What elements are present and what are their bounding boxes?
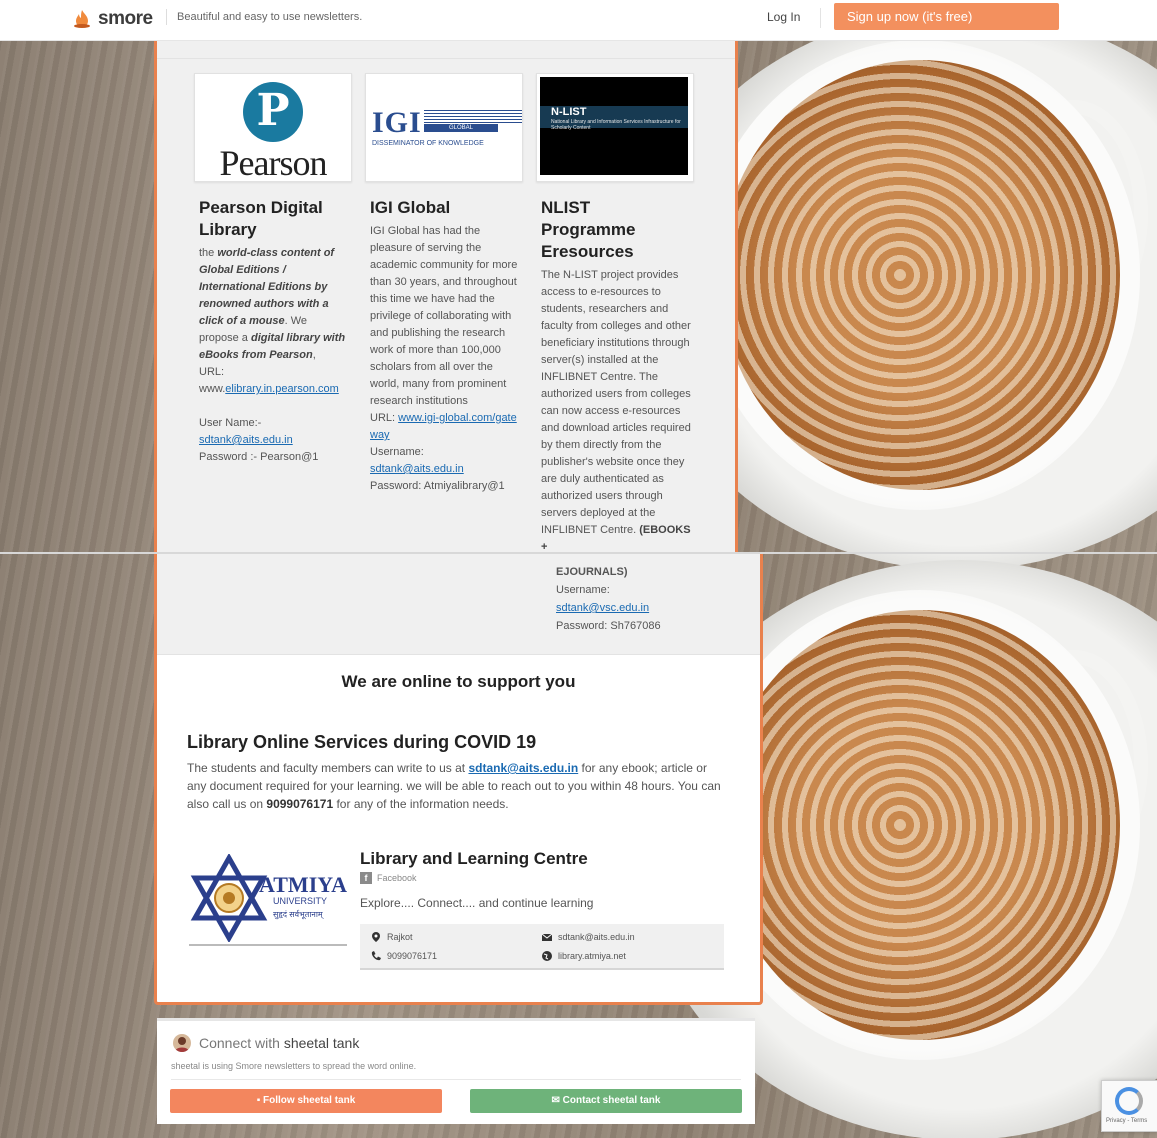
tagline: Beautiful and easy to use newsletters. — [166, 9, 362, 25]
atmiya-logo: ATMIYA UNIVERSITY सुहृदं सर्वभूतानाम् — [189, 852, 348, 946]
facebook-link[interactable]: f Facebook — [360, 872, 417, 884]
resource-igi: IGI GLOBAL DISSEMINATOR OF KNOWLEDGE IGI… — [365, 73, 523, 495]
resource-nlist: N-LIST National Library and Information … — [536, 73, 694, 552]
globe-icon — [542, 951, 552, 961]
resource-title: NLIST Programme Eresources — [541, 198, 636, 261]
contact-button[interactable]: ✉ Contact sheetal tank — [470, 1089, 742, 1113]
nlist-overflow-bold: EJOURNALS) — [556, 566, 628, 578]
resources-card: P Pearson Pearson Digital Library the wo… — [154, 40, 738, 552]
email[interactable]: sdtank@aits.edu.in — [541, 932, 635, 942]
phone-icon — [371, 951, 381, 961]
pearson-url-link[interactable]: elibrary.in.pearson.com — [225, 383, 339, 395]
divider — [157, 58, 735, 59]
support-card: EJOURNALS) Username: sdtank@vsc.edu.in P… — [154, 554, 763, 1005]
pearson-logo[interactable]: P Pearson — [194, 73, 352, 182]
resource-description: The N-LIST project provides access to e-… — [541, 269, 691, 552]
divider — [820, 8, 821, 28]
avatar — [173, 1034, 191, 1052]
mail-icon — [541, 932, 553, 942]
nlist-user-link[interactable]: sdtank@vsc.edu.in — [556, 602, 649, 614]
password-text: Password: Atmiyalibrary@1 — [370, 480, 505, 492]
pearson-user-link[interactable]: sdtank@aits.edu.in — [199, 434, 293, 446]
login-link[interactable]: Log In — [767, 10, 800, 24]
support-phone: 9099076171 — [266, 797, 334, 811]
connect-subtext: sheetal is using Smore newsletters to sp… — [171, 1061, 417, 1071]
url-label: URL: — [199, 366, 225, 378]
recaptcha-icon — [1115, 1087, 1143, 1115]
resource-pearson: P Pearson Pearson Digital Library the wo… — [194, 73, 352, 466]
resource-title: Pearson Digital Library — [199, 198, 323, 239]
website[interactable]: library.atmiya.net — [542, 951, 626, 961]
user-label: User Name:- — [199, 417, 262, 429]
covid-paragraph: The students and faculty members can wri… — [187, 761, 721, 811]
resource-title: IGI Global — [370, 198, 451, 217]
phone[interactable]: 9099076171 — [371, 951, 437, 961]
mail-icon: ✉ — [551, 1095, 563, 1106]
coffee-bottom — [720, 610, 1120, 1040]
coffee-top — [720, 60, 1120, 490]
follow-button[interactable]: ▪ Follow sheetal tank — [170, 1089, 442, 1113]
map-pin-icon — [371, 932, 381, 942]
igi-logo-mark: IGI GLOBAL — [372, 108, 522, 138]
support-heading: We are online to support you — [341, 672, 576, 691]
recaptcha-links[interactable]: Privacy - Terms — [1106, 1118, 1147, 1124]
smore-wordmark: smore — [98, 8, 153, 29]
pearson-logo-text: Pearson — [219, 143, 328, 182]
support-email-link[interactable]: sdtank@aits.edu.in — [468, 761, 578, 775]
password-text: Password: Sh767086 — [556, 620, 661, 632]
org-name: Library and Learning Centre — [360, 849, 588, 868]
top-bar: smore Beautiful and easy to use newslett… — [0, 0, 1157, 41]
igi-logo[interactable]: IGI GLOBAL DISSEMINATOR OF KNOWLEDGE — [365, 73, 523, 182]
igi-user-link[interactable]: sdtank@aits.edu.in — [370, 463, 464, 475]
flame-icon — [72, 9, 92, 29]
author-name: sheetal tank — [283, 1035, 360, 1051]
recaptcha-badge[interactable]: Privacy - Terms — [1101, 1080, 1157, 1132]
signup-button[interactable]: Sign up now (it's free) — [834, 3, 1059, 30]
contact-info: Rajkot 9099076171 sdtank@aits.edu.in lib… — [360, 924, 724, 970]
location: Rajkot — [371, 932, 413, 942]
resource-description: the world-class content of Global Editio… — [199, 247, 346, 463]
resource-description: IGI Global has had the pleasure of servi… — [370, 225, 518, 492]
smore-logo[interactable]: smore — [72, 6, 153, 32]
connect-heading: Connect with sheetal tank — [173, 1034, 359, 1052]
covid-heading: Library Online Services during COVID 19 — [187, 732, 537, 752]
divider — [171, 1079, 741, 1080]
facebook-icon: f — [360, 872, 372, 884]
connect-box: Connect with sheetal tank sheetal is usi… — [157, 1018, 755, 1124]
nlist-overflow: EJOURNALS) Username: sdtank@vsc.edu.in P… — [157, 554, 760, 655]
password-text: Password :- Pearson@1 — [199, 451, 319, 463]
atmiya-logo-name: ATMIYA — [259, 872, 348, 897]
org-tagline: Explore.... Connect.... and continue lea… — [360, 896, 594, 910]
nlist-logo[interactable]: N-LIST National Library and Information … — [536, 73, 694, 182]
pearson-p-icon: P — [243, 82, 303, 142]
